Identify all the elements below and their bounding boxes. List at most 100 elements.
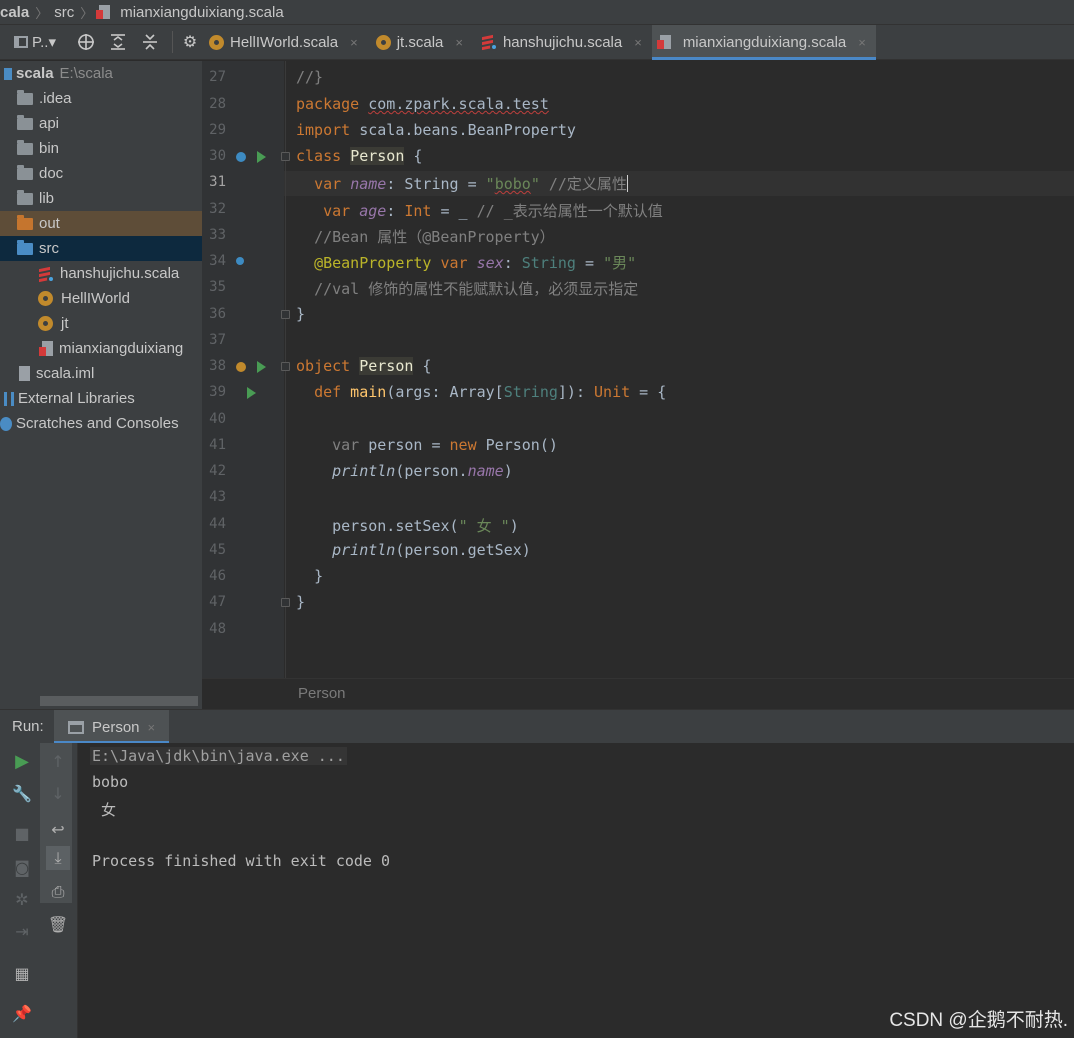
- run-gutter-icon[interactable]: [257, 151, 266, 163]
- close-icon[interactable]: ×: [634, 35, 642, 50]
- colon: :: [386, 202, 405, 220]
- project-view-selector[interactable]: P..▾: [0, 25, 70, 59]
- line-number: 46: [209, 568, 226, 584]
- camera-icon[interactable]: ◙: [10, 855, 34, 879]
- run-tab-person[interactable]: Person ×: [54, 710, 170, 744]
- implements-icon[interactable]: [236, 257, 244, 265]
- tree-item-scratches[interactable]: Scratches and Consoles: [0, 411, 202, 436]
- string-literal: " 女 ": [458, 517, 510, 535]
- companion-icon[interactable]: [236, 362, 246, 372]
- close-icon[interactable]: ×: [350, 35, 358, 50]
- line-number: 47: [209, 594, 226, 610]
- tree-root[interactable]: scala E:\scala: [0, 61, 202, 86]
- run-gutter-icon[interactable]: [257, 361, 266, 373]
- scala-file-icon: [481, 34, 498, 51]
- project-panel: scala E:\scala .idea api bin doc lib out…: [0, 61, 202, 709]
- soft-wrap-icon[interactable]: ↩: [46, 817, 70, 841]
- folder-icon: [17, 189, 33, 205]
- tree-item-label: src: [39, 240, 59, 257]
- close-icon[interactable]: ×: [148, 720, 156, 735]
- horizontal-scrollbar[interactable]: [40, 696, 198, 706]
- expand-all-icon[interactable]: [102, 25, 134, 59]
- folder-icon: [17, 114, 33, 130]
- comment: //Bean 属性（@BeanProperty）: [314, 228, 555, 246]
- tab-hanshujichu[interactable]: hanshujichu.scala ×: [473, 25, 652, 59]
- string-literal: bobo: [494, 175, 531, 193]
- code-line-44: person.setSex(" 女 "): [296, 515, 519, 536]
- chevron-right-icon: 〉: [35, 5, 49, 21]
- class-name: Person: [350, 147, 405, 165]
- type-name: String: [503, 383, 558, 401]
- arrow-up-icon[interactable]: ↑: [46, 749, 70, 773]
- line-number: 29: [209, 122, 226, 138]
- fold-icon[interactable]: [281, 310, 290, 319]
- tree-item-label: api: [39, 115, 60, 132]
- print-icon[interactable]: ⎙: [46, 880, 70, 904]
- exit-icon[interactable]: ⇥: [10, 919, 34, 943]
- tab-helliworld[interactable]: HellIWorld.scala ×: [201, 25, 368, 59]
- tree-item-helliworld[interactable]: HellIWorld: [0, 286, 202, 311]
- debug-icon[interactable]: ✲: [10, 887, 34, 911]
- fold-icon[interactable]: [281, 362, 290, 371]
- folder-icon: [17, 89, 33, 105]
- scala-file-icon: [39, 341, 53, 356]
- gear-icon[interactable]: ⚙: [179, 25, 201, 59]
- object-icon: [209, 34, 224, 50]
- close-icon[interactable]: ×: [455, 35, 463, 50]
- console-command: E:\Java\jdk\bin\java.exe ...: [90, 747, 347, 765]
- console-output: bobo: [92, 773, 129, 791]
- keyword: var: [431, 254, 468, 272]
- arrow-down-icon[interactable]: ↓: [46, 781, 70, 805]
- tree-item-label: HellIWorld: [61, 290, 130, 307]
- run-gutter-icon[interactable]: [247, 387, 256, 399]
- line-number: 38: [209, 358, 226, 374]
- breadcrumb-project[interactable]: cala: [0, 4, 33, 21]
- editor-breadcrumb[interactable]: Person: [298, 685, 346, 702]
- trash-icon[interactable]: 🗑: [46, 912, 70, 936]
- tree-item-mianxiangduixiang[interactable]: mianxiangduixiang: [0, 336, 202, 361]
- pin-icon[interactable]: 📌: [10, 1001, 34, 1025]
- run-console[interactable]: E:\Java\jdk\bin\java.exe ... bobo 女 Proc…: [78, 743, 1074, 1038]
- breadcrumb-file[interactable]: mianxiangduixiang.scala: [116, 4, 287, 21]
- rerun-icon[interactable]: ▶: [10, 749, 34, 773]
- keyword: var: [332, 436, 360, 454]
- source-folder-icon: [17, 239, 33, 255]
- statement: (person.: [395, 462, 468, 480]
- tree-item-jt[interactable]: jt: [0, 311, 202, 336]
- tree-item-idea[interactable]: .idea: [0, 86, 202, 111]
- brace: }: [296, 305, 306, 323]
- tree-item-lib[interactable]: lib: [0, 186, 202, 211]
- function-call: println: [332, 462, 396, 480]
- fold-icon[interactable]: [281, 598, 290, 607]
- project-view-label: P..▾: [32, 34, 56, 51]
- tree-item-external-libraries[interactable]: External Libraries: [0, 386, 202, 411]
- tree-item-hanshujichu[interactable]: hanshujichu.scala: [0, 261, 202, 286]
- tab-jt[interactable]: jt.scala ×: [368, 25, 473, 59]
- breadcrumb-folder[interactable]: src: [50, 4, 78, 21]
- line-number: 31: [209, 174, 226, 190]
- stop-icon[interactable]: ■: [10, 821, 34, 845]
- line-number: 48: [209, 621, 226, 637]
- tree-item-doc[interactable]: doc: [0, 161, 202, 186]
- tab-mianxiangduixiang[interactable]: mianxiangduixiang.scala ×: [651, 25, 876, 60]
- tab-label: jt.scala: [396, 33, 444, 51]
- scroll-to-end-icon[interactable]: ⤓: [46, 846, 70, 870]
- tree-item-api[interactable]: api: [0, 111, 202, 136]
- wrench-icon[interactable]: 🔧: [10, 781, 34, 805]
- locate-icon[interactable]: [70, 25, 102, 59]
- close-icon[interactable]: ×: [858, 35, 866, 50]
- tree-item-out[interactable]: out: [0, 211, 202, 236]
- overridden-icon[interactable]: [236, 152, 246, 162]
- line-number: 39: [209, 384, 226, 400]
- collapse-all-icon[interactable]: [134, 25, 166, 59]
- tree-item-bin[interactable]: bin: [0, 136, 202, 161]
- object-icon: [38, 316, 53, 331]
- folder-icon: [17, 139, 33, 155]
- import-path: scala.beans.BeanProperty: [350, 121, 576, 139]
- fold-icon[interactable]: [281, 152, 290, 161]
- layout-icon[interactable]: ▦: [10, 961, 34, 985]
- tree-item-label: Scratches and Consoles: [16, 415, 179, 432]
- code-line-33: //Bean 属性（@BeanProperty）: [296, 226, 555, 247]
- tree-item-scala-iml[interactable]: scala.iml: [0, 361, 202, 386]
- tree-item-src[interactable]: src: [0, 236, 202, 261]
